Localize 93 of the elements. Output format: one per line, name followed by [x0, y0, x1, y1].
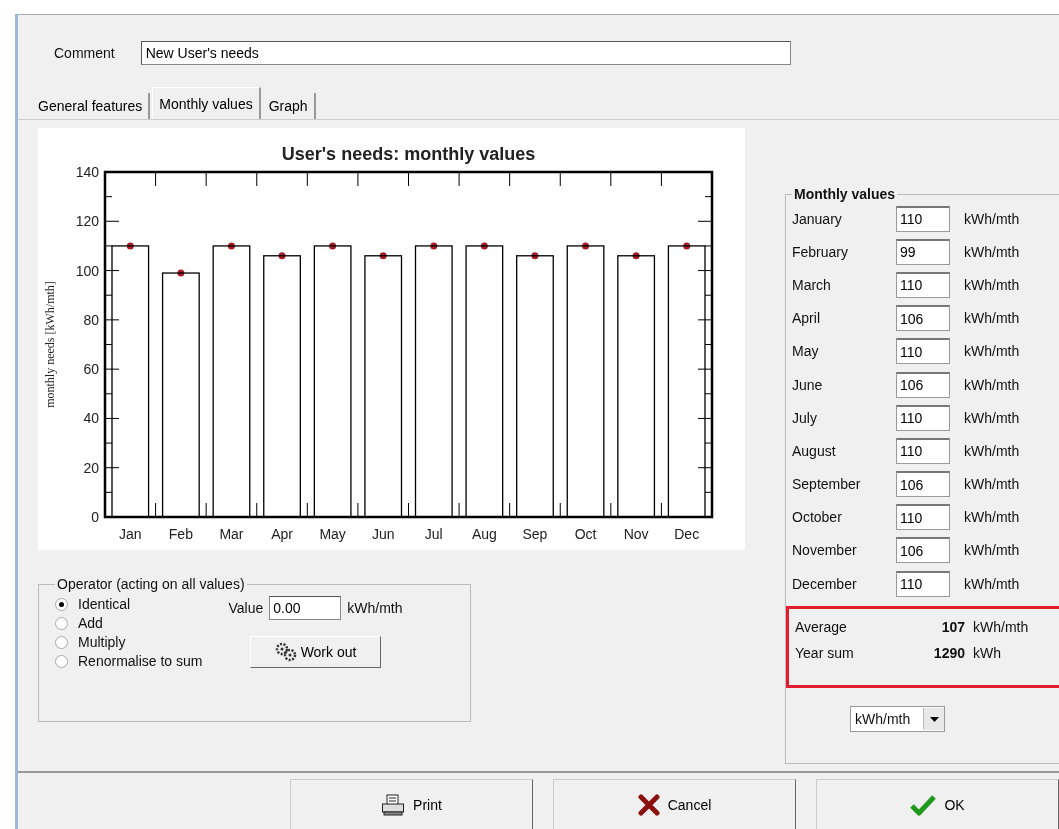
x-tick-label: Jan — [119, 526, 142, 542]
radio-label: Multiply — [78, 634, 126, 650]
radio-option[interactable]: Identical — [55, 596, 203, 612]
x-tick-label: Sep — [522, 526, 548, 542]
unit-label: kWh/mth — [964, 310, 1020, 327]
month-label: September — [792, 476, 862, 493]
month-value-field[interactable]: 110 — [896, 338, 950, 365]
radio-option[interactable]: Multiply — [55, 634, 203, 650]
month-value-field[interactable]: 110 — [896, 205, 950, 232]
tab[interactable]: Monthly values — [152, 87, 261, 119]
x-tick-label: Apr — [271, 526, 293, 542]
value-field[interactable]: 0.00 — [269, 596, 342, 620]
unit-label: kWh/mth — [347, 600, 403, 616]
radio-label: Add — [78, 615, 103, 631]
x-tick-label: Nov — [623, 526, 649, 542]
radio-label: Identical — [78, 596, 131, 612]
print-button[interactable]: Print — [290, 779, 533, 829]
month-value-field[interactable]: 110 — [896, 504, 950, 531]
month-label: October — [792, 509, 843, 526]
y-tick-label: 100 — [75, 262, 99, 279]
radio-button[interactable] — [55, 635, 68, 649]
month-label: June — [792, 376, 824, 393]
y-tick-label: 60 — [83, 361, 99, 378]
month-value-field[interactable]: 106 — [896, 305, 950, 332]
value-label: Value — [228, 600, 264, 616]
radio-label: Renormalise to sum — [78, 653, 203, 669]
month-value-field[interactable]: 110 — [896, 404, 950, 431]
group-title: Operator (acting on all values) — [56, 576, 246, 592]
unit-label: kWh/mth — [973, 619, 1029, 636]
radio-button[interactable] — [55, 654, 68, 668]
month-label: January — [792, 210, 843, 227]
month-value-field[interactable]: 110 — [896, 271, 950, 298]
group-title: Monthly values — [793, 186, 897, 202]
x-tick-label: Jun — [371, 526, 395, 542]
month-value-field[interactable]: 106 — [896, 371, 950, 398]
y-tick-label: 0 — [91, 509, 99, 525]
summary-value: 1290 — [932, 645, 965, 662]
unit-label: kWh/mth — [964, 542, 1020, 559]
x-tick-label: May — [319, 526, 346, 542]
month-label: November — [792, 542, 858, 559]
radio-option[interactable]: Renormalise to sum — [55, 653, 203, 669]
radio-button[interactable] — [55, 616, 68, 630]
unit-label: kWh/mth — [964, 343, 1020, 360]
cancel-button[interactable]: Cancel — [553, 779, 796, 829]
unit-label: kWh/mth — [964, 476, 1020, 493]
y-tick-label: 80 — [83, 311, 99, 328]
work-out-button[interactable]: Work out — [249, 636, 382, 668]
unit-label: kWh/mth — [964, 509, 1020, 526]
cross-icon — [637, 793, 660, 816]
month-value-field[interactable]: 106 — [896, 537, 950, 564]
checkmark-icon — [910, 793, 937, 816]
x-tick-label: Aug — [471, 526, 497, 542]
month-label: March — [792, 276, 832, 293]
radio-button[interactable] — [55, 597, 68, 611]
y-tick-label: 140 — [75, 164, 99, 180]
unit-label: kWh — [973, 645, 1001, 662]
unit-label: kWh/mth — [964, 276, 1020, 293]
comment-field[interactable]: New User's needs — [140, 41, 791, 65]
month-value-field[interactable]: 106 — [896, 471, 950, 498]
y-tick-label: 120 — [75, 213, 99, 230]
x-tick-label: Jul — [424, 526, 443, 542]
radio-option[interactable]: Add — [55, 615, 203, 631]
unit-label: kWh/mth — [964, 442, 1020, 459]
printer-icon — [381, 793, 406, 816]
unit-label: kWh/mth — [964, 409, 1020, 426]
month-label: February — [792, 243, 850, 260]
summary-label: Year sum — [795, 645, 855, 662]
unit-dropdown[interactable]: kWh/mth — [850, 706, 945, 733]
month-value-field[interactable]: 110 — [896, 437, 950, 464]
x-tick-label: Mar — [219, 526, 244, 542]
x-tick-label: Feb — [168, 526, 193, 542]
unit-label: kWh/mth — [964, 376, 1020, 393]
unit-label: kWh/mth — [964, 243, 1020, 260]
y-tick-label: 40 — [83, 410, 99, 427]
chart-title: User's needs: monthly values — [281, 144, 536, 164]
month-label: December — [792, 575, 858, 592]
month-label: April — [792, 310, 821, 327]
month-value-field[interactable]: 110 — [896, 570, 950, 597]
gears-icon — [274, 642, 297, 662]
month-label: May — [792, 343, 820, 360]
unit-label: kWh/mth — [964, 575, 1020, 592]
month-value-field[interactable]: 99 — [896, 238, 950, 265]
unit-label: kWh/mth — [964, 210, 1020, 227]
x-tick-label: Oct — [574, 526, 597, 542]
summary-value: 107 — [940, 619, 965, 636]
month-label: July — [792, 409, 818, 426]
comment-label: Comment — [54, 45, 115, 61]
summary-label: Average — [795, 619, 848, 636]
y-tick-label: 20 — [83, 459, 99, 476]
ok-button[interactable]: OK — [816, 779, 1059, 829]
month-label: August — [792, 442, 837, 459]
x-tick-label: Dec — [674, 526, 700, 542]
y-axis-label: monthly needs [kWh/mth] — [43, 281, 57, 408]
